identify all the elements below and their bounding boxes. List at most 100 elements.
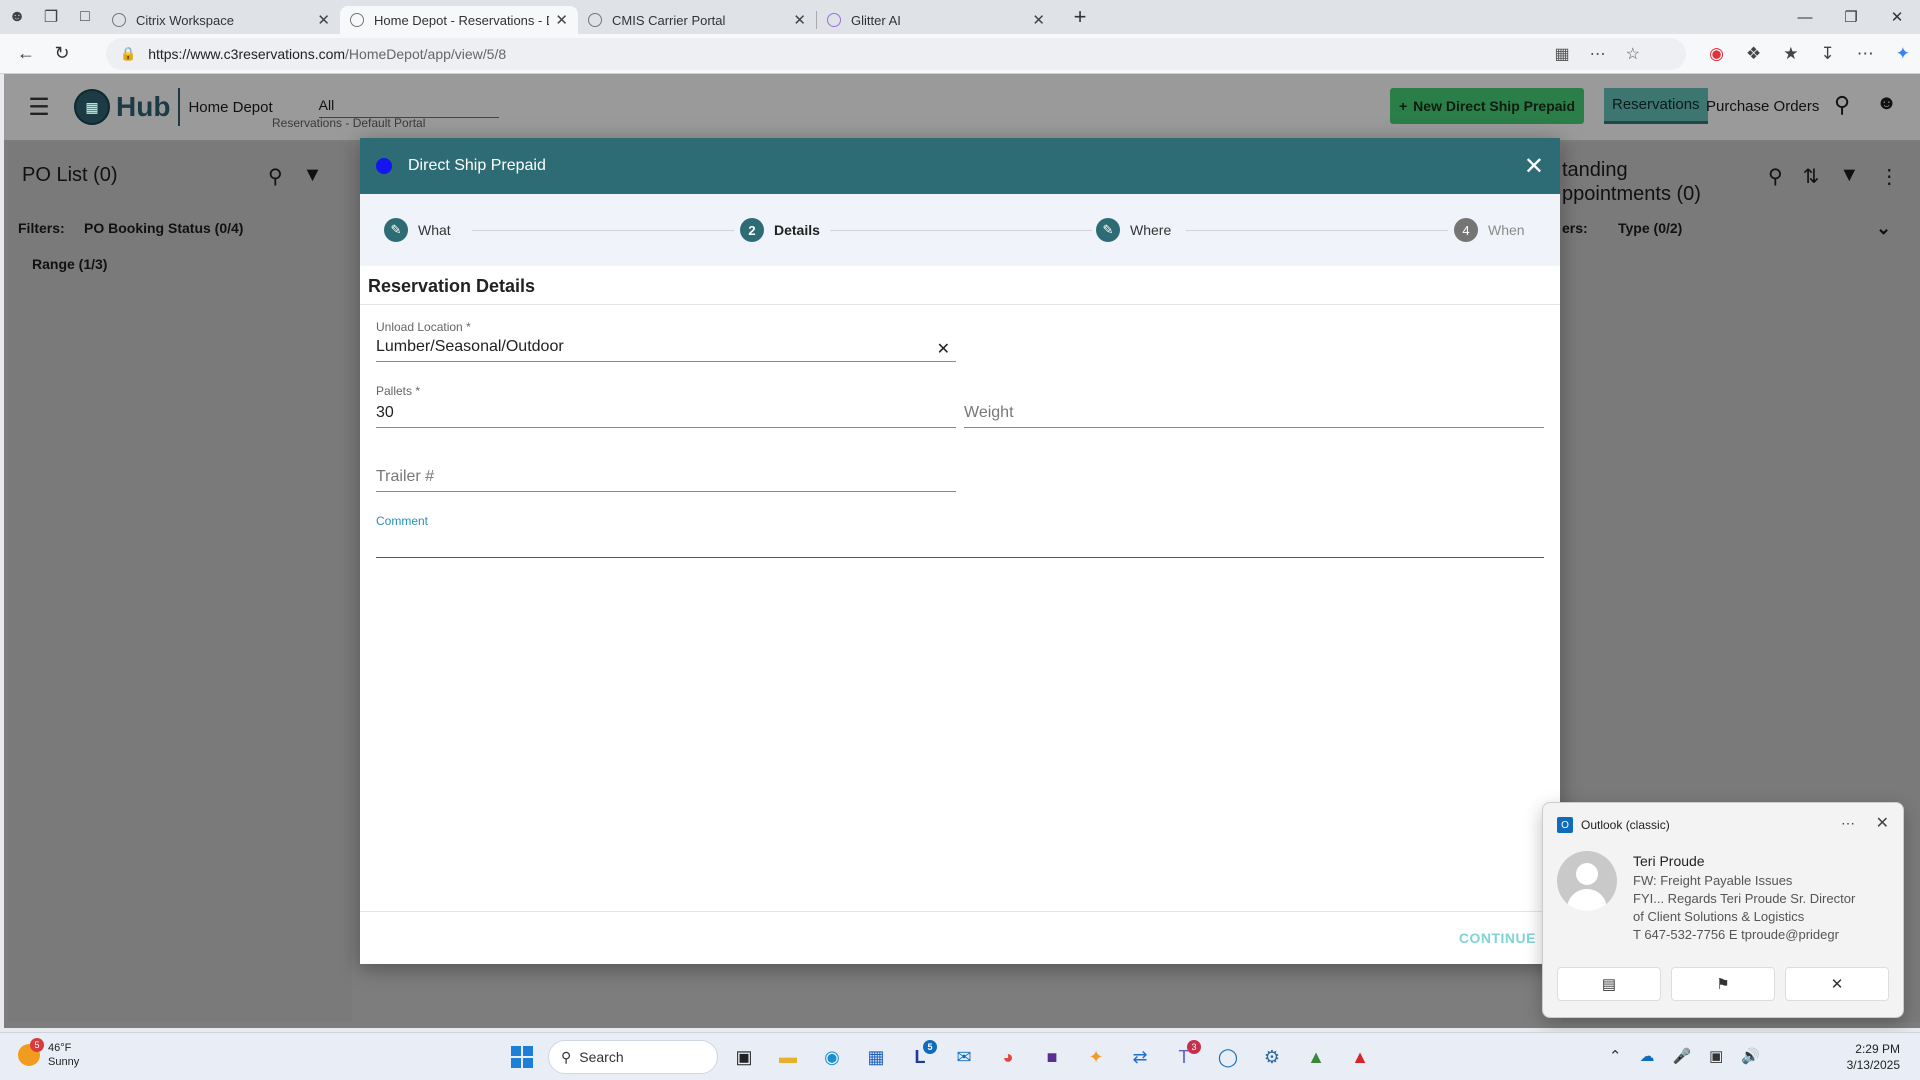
app-available-icon[interactable]: ▦ — [1555, 44, 1570, 64]
copilot-icon[interactable]: ✦ — [1896, 44, 1910, 64]
back-icon[interactable]: ← — [8, 36, 44, 72]
close-icon[interactable]: ✕ — [1524, 152, 1544, 181]
close-tab-icon[interactable]: ✕ — [555, 11, 568, 29]
network-icon[interactable]: ▣ — [1709, 1047, 1723, 1065]
teams-badge: 3 — [1187, 1040, 1201, 1054]
menu-icon[interactable]: ☰ — [4, 93, 74, 122]
remote-icon[interactable]: ⇄ — [1122, 1039, 1158, 1075]
step-what[interactable]: ✎ What — [384, 218, 451, 242]
sort-icon[interactable]: ⇅ — [1803, 164, 1820, 189]
more-icon[interactable]: ⋯ — [1841, 815, 1855, 832]
trailer-field[interactable]: Trailer # — [376, 462, 956, 492]
edge-icon[interactable]: ◉ — [814, 1039, 850, 1075]
app-icon[interactable]: ⚙ — [1254, 1039, 1290, 1075]
stepper: ✎ What 2 Details ✎ Where 4 When — [360, 194, 1560, 266]
tab-home-depot[interactable]: Home Depot - Reservations - Def ✕ — [340, 6, 578, 34]
taskbar-search[interactable]: ⚲ Search — [548, 1040, 718, 1074]
filter-icon[interactable]: ▼ — [1839, 164, 1859, 189]
flag-button[interactable]: ⚑ — [1671, 967, 1775, 1001]
hub-logo[interactable]: ▦ Hub — [74, 89, 170, 125]
volume-icon[interactable]: 🔊 — [1741, 1047, 1760, 1065]
chrome-icon[interactable]: ◕ — [990, 1039, 1026, 1075]
continue-button[interactable]: CONTINUE — [1459, 930, 1536, 946]
app-icon[interactable]: ■ — [1034, 1039, 1070, 1075]
weather-badge: 5 — [30, 1038, 44, 1052]
close-tab-icon[interactable]: ✕ — [1032, 11, 1045, 29]
app-icon[interactable]: ✦ — [1078, 1039, 1114, 1075]
extension-icon[interactable]: ◉ — [1709, 44, 1724, 64]
outlook-notification[interactable]: O Outlook (classic) ⋯ ✕ Teri Proude FW: … — [1542, 802, 1904, 1018]
task-view-icon[interactable]: ▣ — [726, 1039, 762, 1075]
step-where[interactable]: ✎ Where — [1096, 218, 1171, 242]
archive-icon: ▤ — [1601, 976, 1617, 993]
filter-icon[interactable]: ▼ — [303, 164, 323, 189]
url-host: https://www.c3reservations.com — [148, 46, 346, 62]
archive-button[interactable]: ▤ — [1557, 967, 1661, 1001]
clock[interactable]: 2:29 PM 3/13/2025 — [1847, 1041, 1900, 1073]
store-icon[interactable]: ▦ — [858, 1039, 894, 1075]
weather-widget[interactable]: 5 46°F Sunny — [18, 1038, 80, 1069]
taskbar: 5 46°F Sunny ⚲ Search ▣ ▬ ◉ ▦ L5 ✉ ◕ ■ ✦… — [0, 1032, 1920, 1080]
tab-citrix[interactable]: Citrix Workspace ✕ — [102, 6, 340, 34]
pallets-field[interactable]: 30 — [376, 398, 956, 428]
filter-type[interactable]: Type (0/2) — [1618, 220, 1682, 236]
tab-glitter[interactable]: Glitter AI ✕ — [817, 6, 1055, 34]
dismiss-button[interactable]: ✕ — [1785, 967, 1889, 1001]
downloads-icon[interactable]: ↧ — [1821, 44, 1835, 64]
app-icon[interactable]: ◯ — [1210, 1039, 1246, 1075]
new-tab-icon[interactable]: + — [1065, 4, 1095, 30]
tab-cmis[interactable]: CMIS Carrier Portal ✕ — [578, 6, 816, 34]
user-icon[interactable]: ☻ — [1876, 92, 1897, 115]
restore-icon[interactable]: ❐ — [1828, 0, 1874, 34]
close-tab-icon[interactable]: ✕ — [793, 11, 806, 29]
lock-icon[interactable]: 🔒 — [120, 46, 136, 62]
weight-field[interactable]: Weight — [964, 398, 1544, 428]
system-tray: ⌃ ☁ 🎤 ▣ 🔊 — [1609, 1047, 1760, 1065]
url-field[interactable]: 🔒 https://www.c3reservations.com/HomeDep… — [106, 38, 1686, 70]
chevron-down-icon[interactable]: ⌄ — [1876, 218, 1891, 239]
close-window-icon[interactable]: ✕ — [1874, 0, 1920, 34]
onedrive-icon[interactable]: ☁ — [1639, 1047, 1654, 1065]
portal-select[interactable]: All — [318, 97, 499, 118]
clear-icon[interactable]: ✕ — [937, 339, 950, 359]
more-vert-icon[interactable]: ⋮ — [1879, 164, 1899, 189]
favorites-icon[interactable]: ★ — [1783, 44, 1798, 64]
close-tab-icon[interactable]: ✕ — [317, 11, 330, 29]
acrobat-icon[interactable]: ▲ — [1342, 1039, 1378, 1075]
refresh-icon[interactable]: ↻ — [44, 36, 80, 72]
title-line2: ppointments (0) — [1562, 183, 1701, 205]
filter-range[interactable]: Range (1/3) — [32, 256, 107, 272]
search-icon[interactable]: ⚲ — [268, 164, 283, 189]
extensions-icon[interactable]: ❖ — [1746, 44, 1761, 64]
unload-location-field[interactable]: Lumber/Seasonal/Outdoor ✕ — [376, 334, 956, 362]
step-details[interactable]: 2 Details — [740, 218, 820, 242]
workspaces-icon[interactable]: ❐ — [34, 0, 68, 34]
microphone-icon[interactable]: 🎤 — [1672, 1047, 1691, 1065]
comment-field[interactable] — [376, 528, 1544, 558]
search-icon[interactable]: ⚲ — [1834, 92, 1850, 118]
start-icon[interactable] — [504, 1039, 540, 1075]
search-icon[interactable]: ⚲ — [1768, 164, 1783, 189]
profile-icon[interactable]: ☻ — [0, 0, 34, 34]
comment-label: Comment — [376, 514, 429, 528]
hub-logo-icon: ▦ — [74, 89, 110, 125]
more-icon[interactable]: ⋯ — [1857, 44, 1874, 64]
close-icon[interactable]: ✕ — [1876, 813, 1889, 833]
app-icon[interactable]: ▲ — [1298, 1039, 1334, 1075]
teams-icon[interactable]: T3 — [1166, 1039, 1202, 1075]
tab-title: Glitter AI — [851, 12, 901, 28]
reading-mode-icon[interactable]: ⋯ — [1590, 44, 1606, 64]
favorite-star-icon[interactable]: ☆ — [1626, 44, 1640, 64]
minimize-icon[interactable]: — — [1782, 0, 1828, 34]
l-app-icon[interactable]: L5 — [902, 1039, 938, 1075]
step-when[interactable]: 4 When — [1454, 218, 1525, 242]
nav-purchase-orders[interactable]: Purchase Orders — [1706, 88, 1819, 124]
new-direct-ship-button[interactable]: + New Direct Ship Prepaid — [1390, 88, 1584, 124]
nav-reservations[interactable]: Reservations — [1604, 88, 1708, 124]
weather-condition: Sunny — [48, 1056, 80, 1068]
chevron-up-icon[interactable]: ⌃ — [1609, 1047, 1622, 1065]
filter-po-booking-status[interactable]: PO Booking Status (0/4) — [84, 220, 243, 236]
outlook-icon[interactable]: ✉ — [946, 1039, 982, 1075]
tab-actions-icon[interactable]: □ — [68, 0, 102, 34]
file-explorer-icon[interactable]: ▬ — [770, 1039, 806, 1075]
